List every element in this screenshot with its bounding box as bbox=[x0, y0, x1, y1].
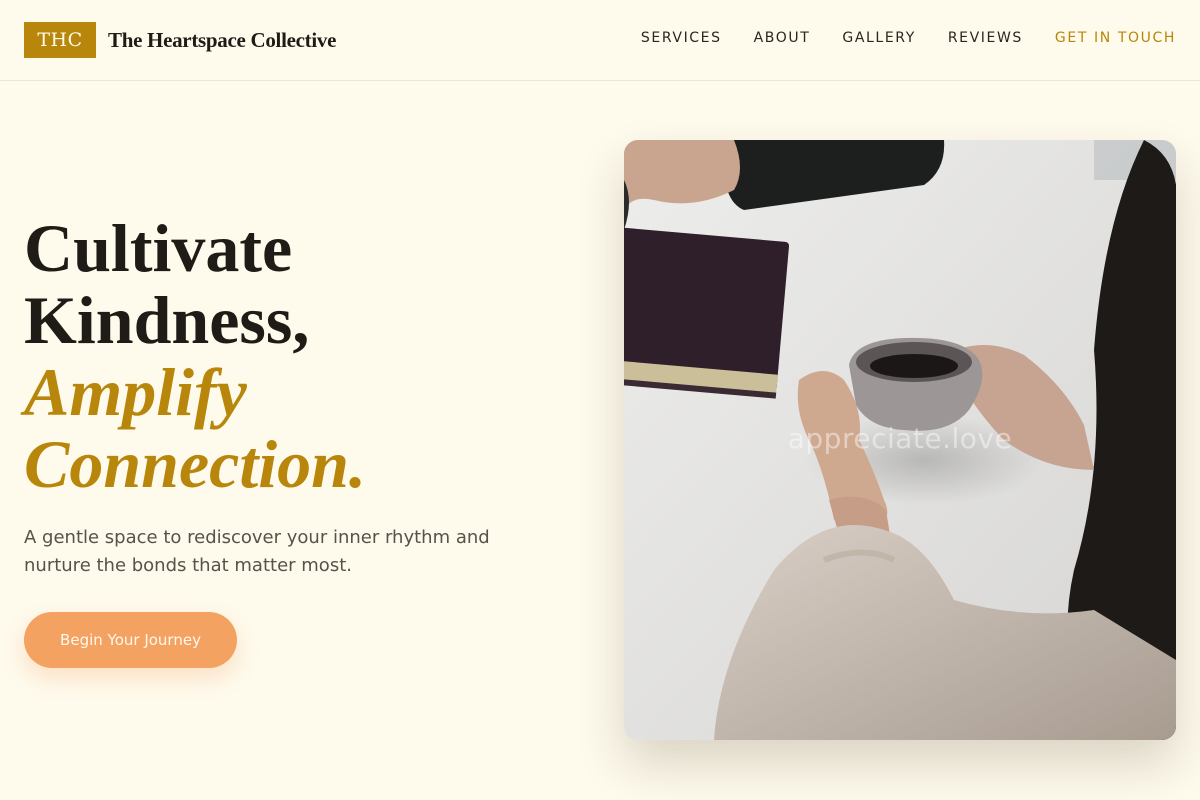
nav-link-gallery[interactable]: GALLERY bbox=[842, 30, 915, 46]
headline-line-4: Connection. bbox=[24, 426, 366, 502]
site-header: THC The Heartspace Collective SERVICES A… bbox=[0, 0, 1200, 81]
nav-link-get-in-touch[interactable]: GET IN TOUCH bbox=[1055, 30, 1176, 46]
headline-line-1: Cultivate bbox=[24, 210, 293, 286]
nav-link-services[interactable]: SERVICES bbox=[641, 30, 722, 46]
nav-link-about[interactable]: ABOUT bbox=[754, 30, 811, 46]
nav-link-reviews[interactable]: REVIEWS bbox=[948, 30, 1023, 46]
main-nav: SERVICES ABOUT GALLERY REVIEWS GET IN TO… bbox=[641, 30, 1176, 46]
hero-headline: Cultivate Kindness, Amplify Connection. bbox=[24, 212, 366, 500]
headline-line-2: Kindness, bbox=[24, 282, 310, 358]
hero-subtitle: A gentle space to rediscover your inner … bbox=[24, 527, 490, 576]
brand-name[interactable]: The Heartspace Collective bbox=[108, 28, 336, 53]
headline-line-3: Amplify bbox=[24, 354, 247, 430]
hero-photo: appreciate.love bbox=[624, 140, 1176, 740]
logo-badge[interactable]: THC bbox=[24, 22, 96, 58]
image-watermark: appreciate.love bbox=[787, 422, 1013, 455]
begin-journey-button[interactable]: Begin Your Journey bbox=[24, 612, 237, 668]
